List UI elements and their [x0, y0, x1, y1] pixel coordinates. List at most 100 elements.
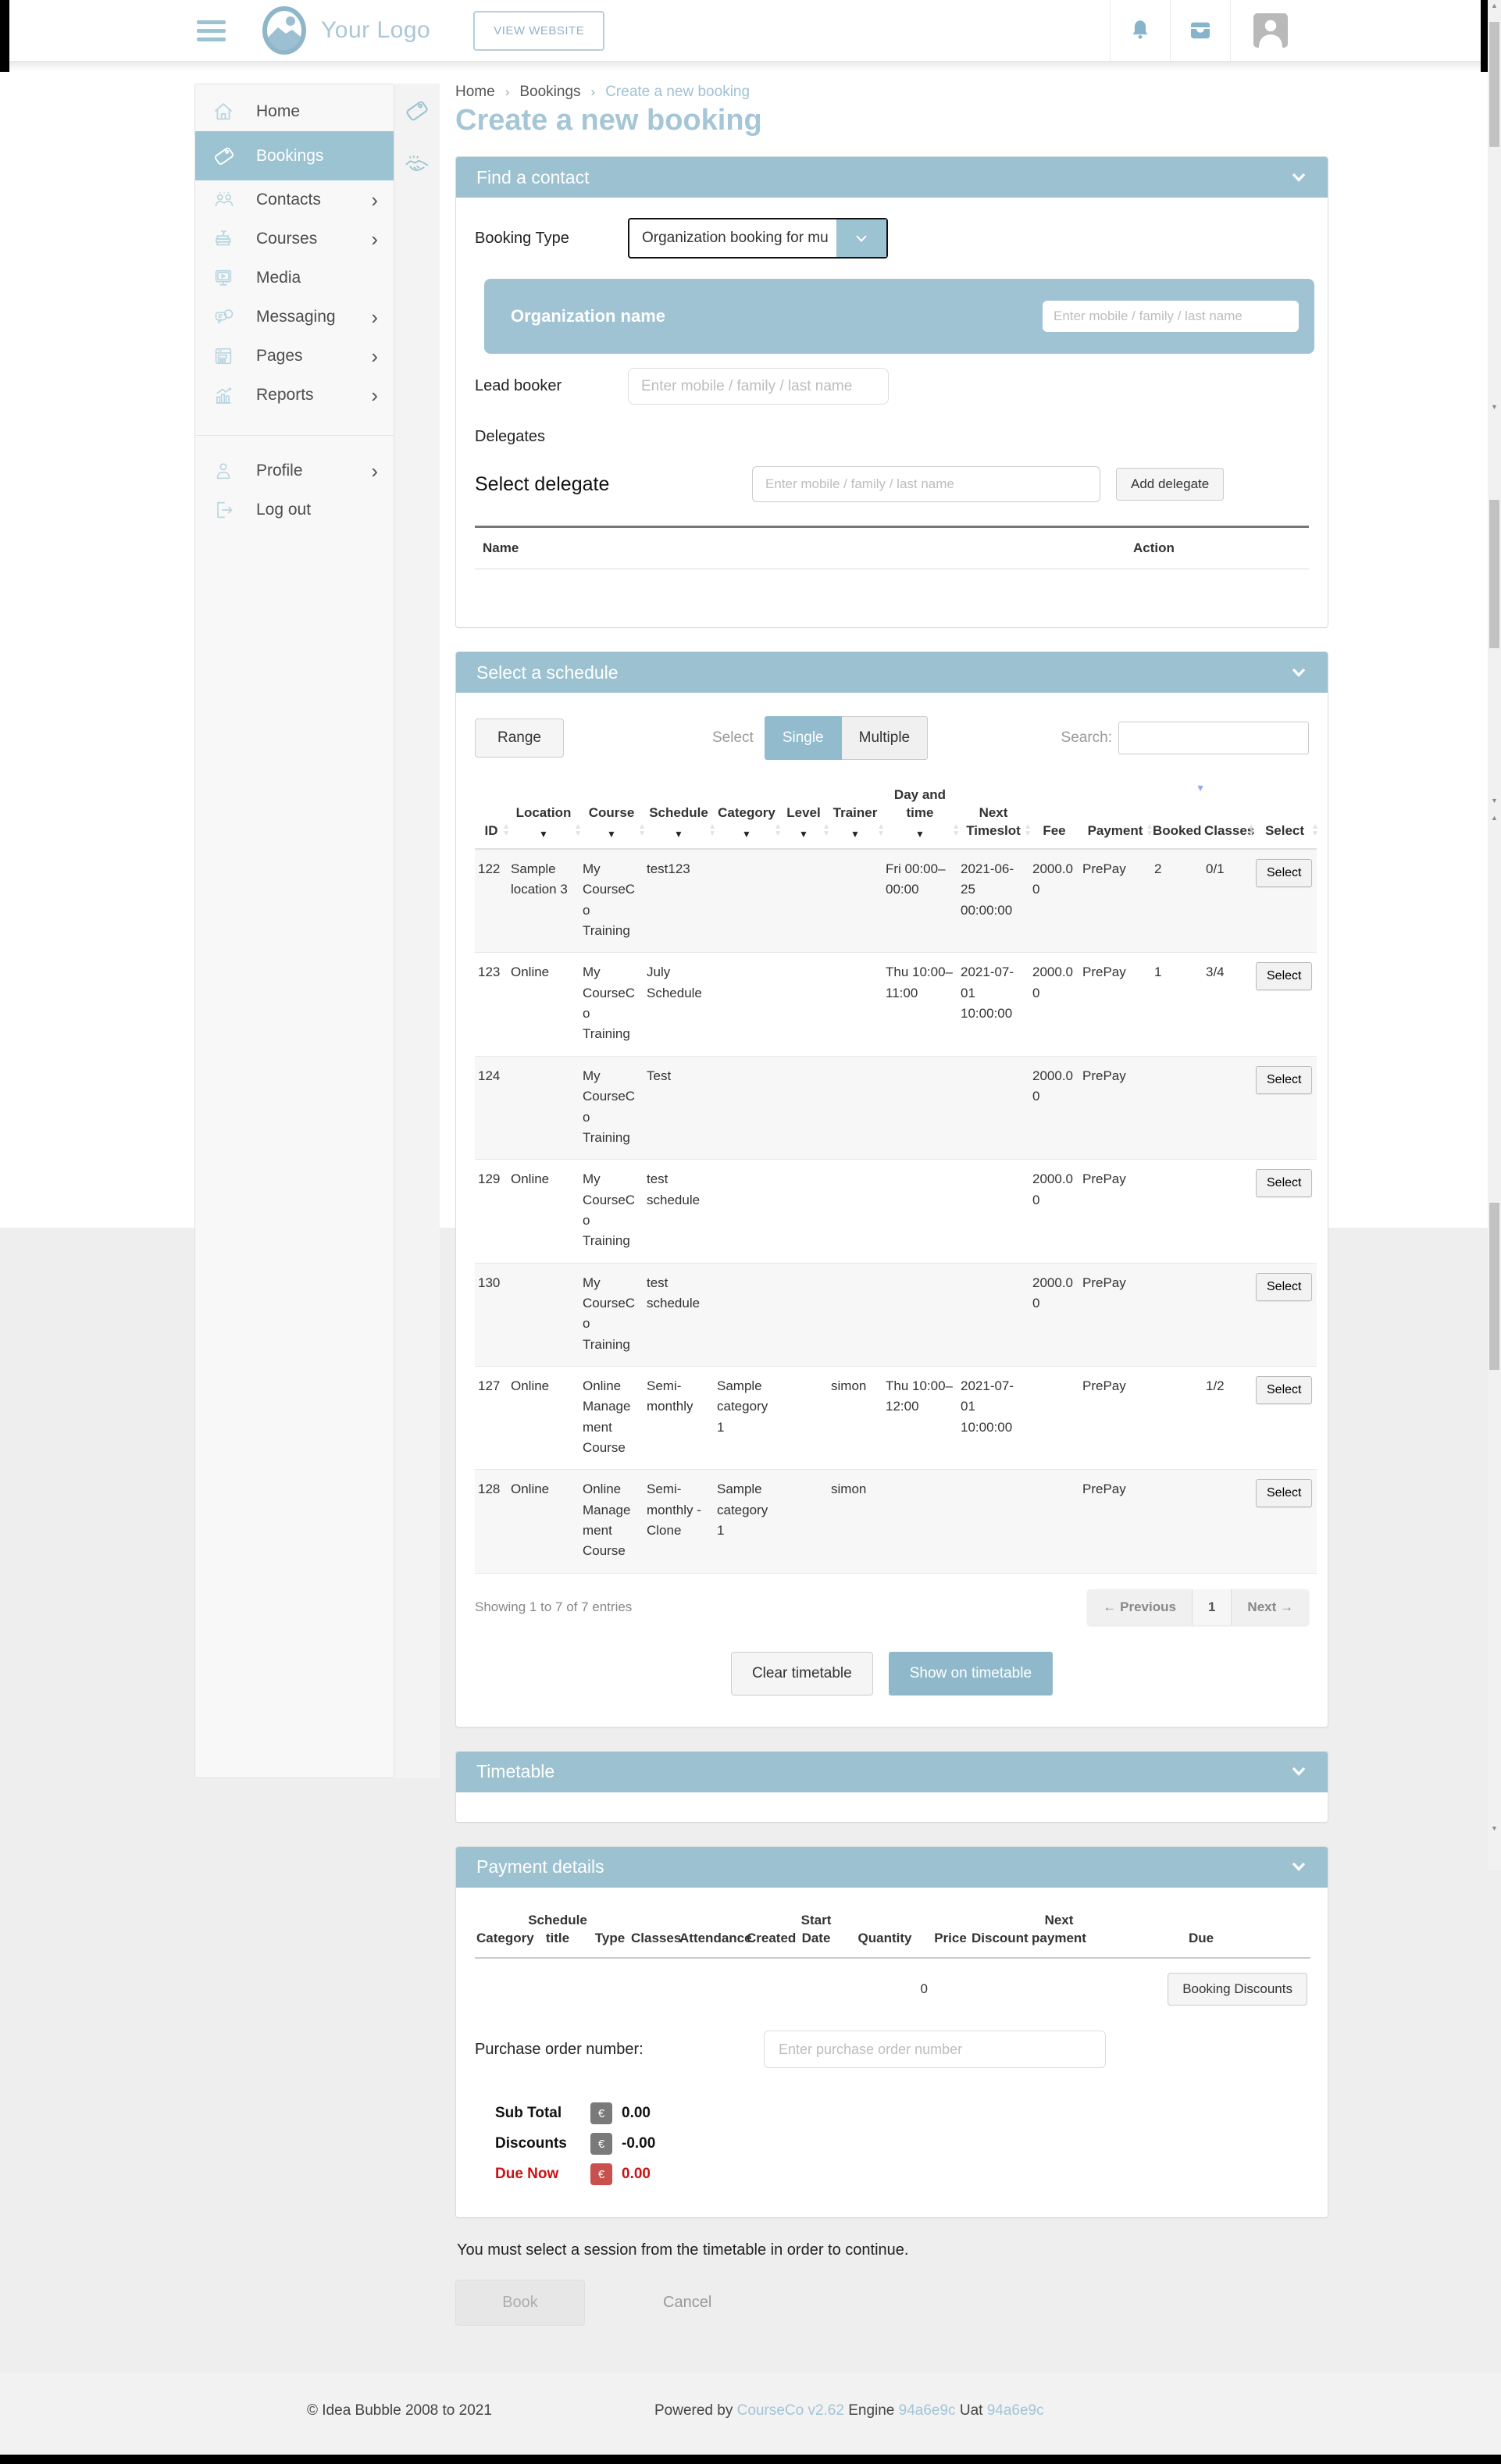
filter-caret-icon[interactable]: ▼: [781, 828, 826, 840]
book-button[interactable]: Book: [455, 2280, 585, 2326]
filter-caret-icon[interactable]: ▼: [829, 828, 881, 840]
clear-timetable-button[interactable]: Clear timetable: [731, 1652, 873, 1696]
filter-caret-icon[interactable]: ▼: [645, 828, 712, 840]
chevron-right-icon: ›: [371, 346, 378, 366]
logo[interactable]: Your Logo: [258, 6, 430, 55]
sidebar-item-home[interactable]: Home: [195, 92, 394, 131]
uat-link[interactable]: 94a6e9c: [987, 2402, 1044, 2419]
search-input[interactable]: [1118, 722, 1309, 754]
select-row-button[interactable]: Select: [1256, 962, 1312, 990]
find-contact-panel-header[interactable]: Find a contact: [456, 157, 1328, 198]
column-header-id[interactable]: ID▲▼: [475, 783, 508, 849]
add-delegate-button[interactable]: Add delegate: [1116, 468, 1224, 501]
scrollbar-thumb[interactable]: [1489, 1203, 1499, 1370]
app-footer: © Idea Bubble 2008 to 2021 Powered by Co…: [0, 2373, 1501, 2455]
select-row-button[interactable]: Select: [1256, 1479, 1312, 1507]
filter-caret-icon[interactable]: ▼: [715, 828, 778, 840]
purchase-order-input[interactable]: [764, 2031, 1106, 2068]
scrollbar-thumb[interactable]: [1489, 500, 1499, 648]
breadcrumb-separator: ›: [591, 84, 596, 99]
sidebar-item-contacts[interactable]: Contacts ›: [195, 180, 394, 219]
booking-discounts-button[interactable]: Booking Discounts: [1168, 1973, 1307, 2006]
column-header-level[interactable]: Level▼▲▼: [779, 783, 828, 849]
chevron-down-icon[interactable]: [1290, 1861, 1307, 1873]
payment-column-due: Due: [1092, 1908, 1310, 1959]
cell-trainer: [828, 1056, 882, 1159]
lead-booker-input[interactable]: [628, 368, 889, 405]
sidebar-item-logout[interactable]: Log out: [195, 490, 394, 530]
column-header-classes[interactable]: Classes▲▼: [1203, 783, 1253, 849]
tag-icon[interactable]: [404, 98, 430, 124]
cell-category: [714, 1056, 779, 1159]
sidebar-item-messaging[interactable]: Messaging ›: [195, 298, 394, 337]
select-schedule-panel-header[interactable]: Select a schedule: [456, 652, 1328, 693]
column-header-payment[interactable]: Payment▲▼: [1079, 783, 1151, 849]
handshake-icon[interactable]: [404, 152, 430, 179]
column-header-category[interactable]: Category▼▲▼: [714, 783, 779, 849]
cell-trainer: [828, 953, 882, 1056]
select-row-button[interactable]: Select: [1256, 859, 1312, 887]
totals: Sub Total € 0.00 Discounts € -0.00 Due N…: [475, 2102, 1309, 2185]
filter-caret-icon[interactable]: ▼: [509, 828, 578, 840]
next-page-button[interactable]: Next →: [1231, 1589, 1309, 1625]
cell-schedule: July Schedule: [644, 953, 714, 1056]
multiple-toggle[interactable]: Multiple: [842, 716, 928, 760]
previous-page-button[interactable]: ← Previous: [1087, 1589, 1192, 1625]
inbox-button[interactable]: [1170, 0, 1230, 61]
filter-caret-icon[interactable]: ▼: [581, 828, 642, 840]
column-header-day-and-time[interactable]: Day and time▼▲▼: [882, 783, 957, 849]
courseco-link[interactable]: CourseCo v2.62: [737, 2402, 844, 2419]
menu-icon[interactable]: [197, 16, 226, 46]
view-website-button[interactable]: VIEW WEBSITE: [473, 11, 604, 51]
notifications-button[interactable]: [1110, 0, 1170, 61]
scrollbar[interactable]: ▲ ▼ ▼ ▲ ▼: [1488, 0, 1501, 1870]
single-toggle[interactable]: Single: [765, 716, 842, 760]
select-row-button[interactable]: Select: [1256, 1376, 1312, 1404]
filter-caret-icon[interactable]: ▼: [884, 828, 956, 840]
payment-details-panel-header[interactable]: Payment details: [456, 1847, 1328, 1888]
cancel-button[interactable]: Cancel: [663, 2294, 711, 2312]
scrollbar-thumb[interactable]: [1489, 22, 1499, 147]
column-header-location[interactable]: Location▼▲▼: [508, 783, 579, 849]
column-header-fee[interactable]: Fee: [1029, 783, 1079, 849]
delegates-label: Delegates: [475, 428, 1309, 446]
sidebar-item-bookings[interactable]: Bookings: [195, 131, 394, 180]
page-number-button[interactable]: 1: [1192, 1589, 1231, 1625]
select-row-button[interactable]: Select: [1256, 1273, 1312, 1301]
timetable-panel-header[interactable]: Timetable: [456, 1752, 1328, 1792]
booking-type-select[interactable]: Organization booking for mu: [628, 218, 888, 259]
sidebar-item-profile[interactable]: Profile ›: [195, 451, 394, 490]
cell-next_timeslot: 2021-07-01 10:00:00: [957, 953, 1029, 1056]
show-on-timetable-button[interactable]: Show on timetable: [889, 1652, 1053, 1696]
breadcrumb-bookings[interactable]: Bookings: [519, 84, 580, 100]
select-row-button[interactable]: Select: [1256, 1169, 1312, 1197]
scroll-down-arrow-icon[interactable]: ▼: [1488, 1824, 1501, 1832]
sidebar-item-media[interactable]: Media: [195, 259, 394, 298]
user-menu[interactable]: [1230, 0, 1337, 61]
column-header-schedule[interactable]: Schedule▼▲▼: [644, 783, 714, 849]
scroll-down-arrow-icon[interactable]: ▼: [1488, 403, 1501, 411]
sidebar-item-courses[interactable]: Courses ›: [195, 219, 394, 259]
column-header-course[interactable]: Course▼▲▼: [579, 783, 644, 849]
organization-name-input[interactable]: [1043, 301, 1299, 332]
chevron-down-icon[interactable]: [1290, 667, 1307, 679]
scroll-down-arrow-icon[interactable]: ▼: [1488, 797, 1501, 804]
column-header-select[interactable]: Select▲▼: [1253, 783, 1317, 849]
chevron-down-icon[interactable]: [1290, 1766, 1307, 1778]
cell-classes: [1203, 1056, 1253, 1159]
sidebar-item-pages[interactable]: Pages ›: [195, 337, 394, 376]
chevron-down-icon[interactable]: [1290, 172, 1307, 184]
select-delegate-input[interactable]: [752, 466, 1100, 502]
column-header-booked[interactable]: Booked▼: [1151, 783, 1203, 849]
sidebar-item-reports[interactable]: Reports ›: [195, 376, 394, 415]
books-icon: [212, 227, 239, 251]
cell-trainer: [828, 1263, 882, 1366]
column-header-trainer[interactable]: Trainer▼▲▼: [828, 783, 882, 849]
select-row-button[interactable]: Select: [1256, 1066, 1312, 1094]
scroll-up-arrow-icon[interactable]: ▲: [1488, 2, 1501, 9]
breadcrumb-home[interactable]: Home: [455, 84, 495, 100]
engine-link[interactable]: 94a6e9c: [899, 2402, 956, 2419]
column-header-next-timeslot[interactable]: Next Timeslot▲▼: [957, 783, 1029, 849]
range-button[interactable]: Range: [475, 719, 564, 758]
scroll-up-arrow-icon[interactable]: ▲: [1488, 814, 1501, 822]
